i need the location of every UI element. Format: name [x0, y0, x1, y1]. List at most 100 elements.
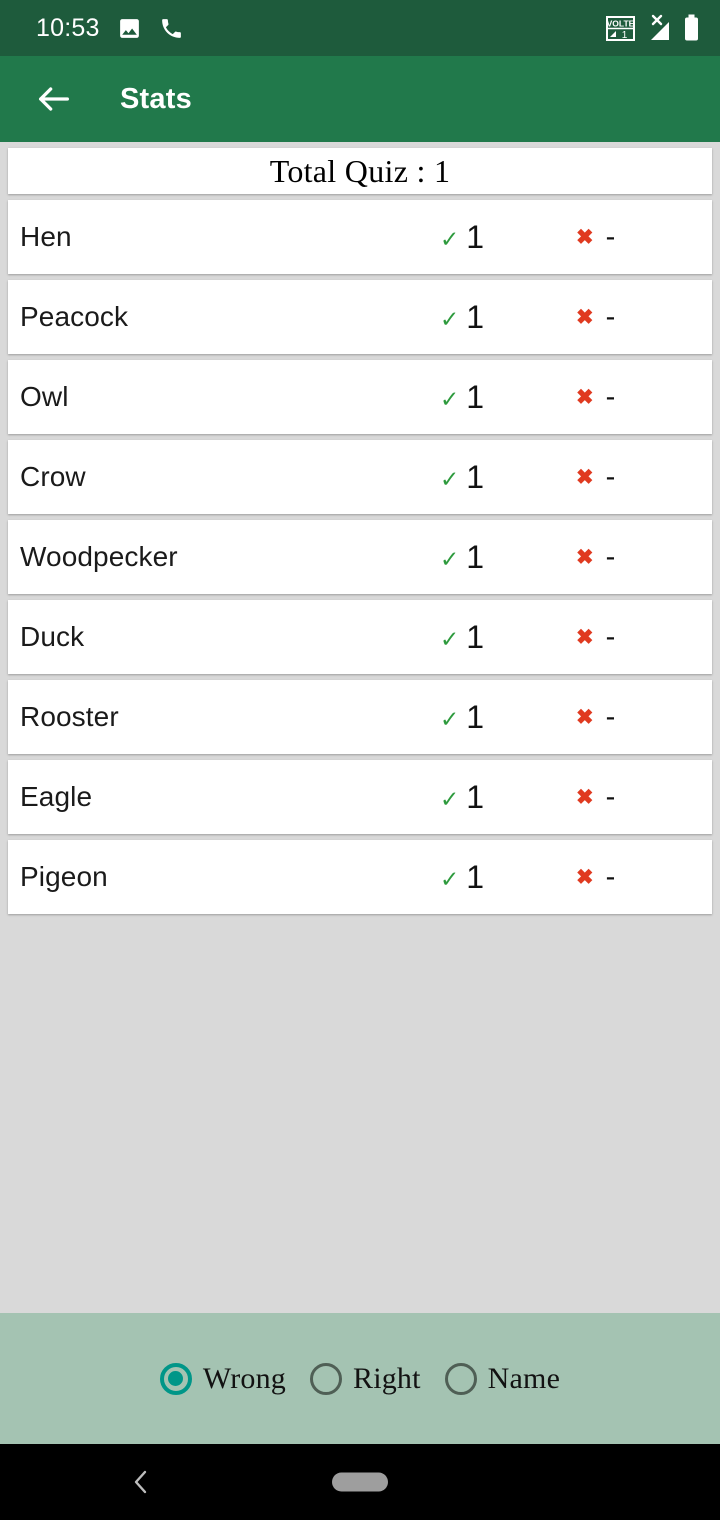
check-icon: ✓ — [440, 305, 460, 332]
check-icon: ✓ — [440, 785, 460, 812]
right-answers-group: ✓ 1 — [440, 301, 484, 333]
cross-icon: ✖ — [576, 865, 594, 889]
cross-icon: ✖ — [576, 465, 594, 489]
signal-no-service-icon — [644, 14, 674, 43]
right-count: 1 — [466, 619, 485, 655]
wrong-count: - — [605, 300, 616, 333]
wrong-count: - — [605, 700, 616, 733]
radio-option-right[interactable]: Right — [309, 1356, 421, 1402]
right-answers-group: ✓ 1 — [440, 541, 484, 573]
radio-label-right: Right — [352, 1361, 421, 1395]
wrong-count: - — [605, 620, 616, 653]
wrong-answers-group: ✖ - — [576, 780, 620, 813]
right-count: 1 — [466, 779, 485, 815]
row-name: Hen — [20, 221, 72, 252]
table-row[interactable]: Duck ✓ 1 ✖ - — [8, 600, 712, 674]
cross-icon: ✖ — [576, 705, 594, 729]
cross-icon: ✖ — [576, 385, 594, 409]
stats-list: Total Quiz : 1 Hen ✓ 1 ✖ - Peacock ✓ 1 ✖… — [0, 142, 720, 1313]
page-title: Stats — [120, 82, 192, 115]
check-icon: ✓ — [440, 385, 460, 412]
right-count: 1 — [466, 539, 485, 575]
row-name: Peacock — [20, 301, 129, 332]
back-arrow-icon — [39, 87, 70, 111]
svg-text:VOLTE: VOLTE — [607, 18, 635, 28]
wrong-count: - — [605, 380, 616, 413]
nav-back-chevron-icon[interactable] — [128, 1467, 154, 1497]
wrong-count: - — [605, 780, 616, 813]
status-time: 10:53 — [36, 13, 100, 42]
table-row[interactable]: Crow ✓ 1 ✖ - — [8, 440, 712, 514]
cross-icon: ✖ — [576, 625, 594, 649]
wrong-answers-group: ✖ - — [576, 300, 620, 333]
right-answers-group: ✓ 1 — [440, 861, 484, 893]
wrong-answers-group: ✖ - — [576, 700, 620, 733]
wrong-answers-group: ✖ - — [576, 220, 620, 253]
right-answers-group: ✓ 1 — [440, 221, 484, 253]
app-bar: Stats — [0, 56, 720, 142]
table-row[interactable]: Owl ✓ 1 ✖ - — [8, 360, 712, 434]
table-row[interactable]: Pigeon ✓ 1 ✖ - — [8, 840, 712, 914]
phone-icon — [159, 16, 184, 41]
right-count: 1 — [466, 699, 485, 735]
radio-button-selected-icon[interactable] — [159, 1362, 192, 1395]
table-row[interactable]: Eagle ✓ 1 ✖ - — [8, 760, 712, 834]
radio-label-name: Name — [487, 1361, 561, 1395]
wrong-count: - — [605, 540, 616, 573]
battery-icon — [683, 14, 700, 42]
table-row[interactable]: Hen ✓ 1 ✖ - — [8, 200, 712, 274]
row-name: Woodpecker — [20, 541, 178, 572]
wrong-count: - — [605, 220, 616, 253]
wrong-answers-group: ✖ - — [576, 540, 620, 573]
status-bar-right: VOLTE 1 — [606, 14, 700, 43]
row-name: Owl — [20, 381, 69, 412]
volte-icon: VOLTE 1 — [606, 15, 635, 42]
radio-option-wrong[interactable]: Wrong — [159, 1356, 286, 1402]
wrong-answers-group: ✖ - — [576, 620, 620, 653]
table-row[interactable]: Peacock ✓ 1 ✖ - — [8, 280, 712, 354]
right-count: 1 — [466, 299, 485, 335]
right-count: 1 — [466, 379, 485, 415]
check-icon: ✓ — [440, 865, 460, 892]
radio-dot — [168, 1371, 184, 1386]
cross-icon: ✖ — [576, 545, 594, 569]
radio-button-unselected-icon[interactable] — [309, 1362, 342, 1395]
row-name: Duck — [20, 621, 85, 652]
right-answers-group: ✓ 1 — [440, 381, 484, 413]
table-row[interactable]: Woodpecker ✓ 1 ✖ - — [8, 520, 712, 594]
status-bar-left: 10:53 — [36, 13, 184, 42]
right-count: 1 — [466, 859, 485, 895]
wrong-count: - — [605, 860, 616, 893]
row-name: Rooster — [20, 701, 119, 732]
svg-text:1: 1 — [622, 30, 628, 41]
row-name: Eagle — [20, 781, 93, 812]
total-quiz-label: Total Quiz : 1 — [269, 152, 451, 189]
row-name: Crow — [20, 461, 86, 492]
check-icon: ✓ — [440, 705, 460, 732]
check-icon: ✓ — [440, 465, 460, 492]
cross-icon: ✖ — [576, 225, 594, 249]
right-answers-group: ✓ 1 — [440, 701, 484, 733]
wrong-answers-group: ✖ - — [576, 860, 620, 893]
right-count: 1 — [466, 459, 485, 495]
cross-icon: ✖ — [576, 305, 594, 329]
image-icon — [117, 16, 142, 41]
wrong-answers-group: ✖ - — [576, 460, 620, 493]
right-answers-group: ✓ 1 — [440, 621, 484, 653]
back-button[interactable] — [26, 71, 82, 127]
app-root: 10:53 VOLTE 1 Stats Total Quiz: 1 Hen ✓… — [0, 0, 720, 1520]
status-bar: 10:53 VOLTE 1 — [0, 0, 720, 56]
wrong-count: - — [605, 460, 616, 493]
row-name: Pigeon — [20, 861, 108, 892]
radio-option-name[interactable]: Name — [444, 1356, 561, 1402]
radio-button-unselected-icon[interactable] — [444, 1362, 477, 1395]
sort-filter-bar: Wrong Right Name — [0, 1313, 720, 1444]
wrong-answers-group: ✖ - — [576, 380, 620, 413]
cross-icon: ✖ — [576, 785, 594, 809]
check-icon: ✓ — [440, 545, 460, 572]
nav-home-pill[interactable] — [332, 1472, 388, 1492]
check-icon: ✓ — [440, 625, 460, 652]
right-answers-group: ✓ 1 — [440, 461, 484, 493]
check-icon: ✓ — [440, 225, 460, 252]
table-row[interactable]: Rooster ✓ 1 ✖ - — [8, 680, 712, 754]
